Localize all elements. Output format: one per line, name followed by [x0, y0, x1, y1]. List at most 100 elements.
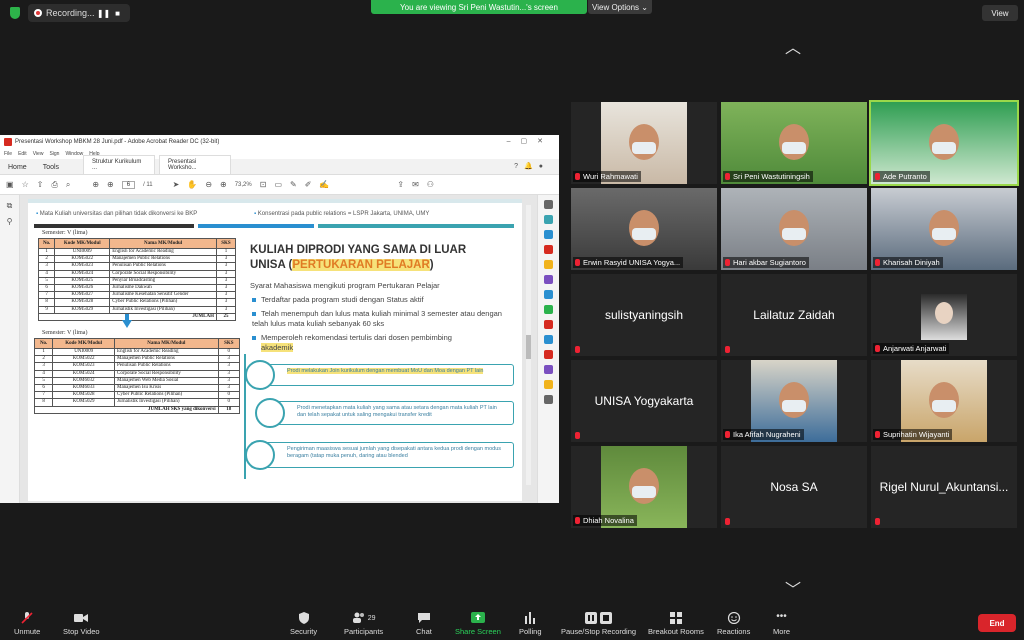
- select-cursor-icon[interactable]: ➤: [173, 180, 180, 189]
- participant-name-label: Kharisah Diniyah: [873, 257, 943, 268]
- share-icon[interactable]: ⇪: [397, 180, 404, 189]
- copy-icon[interactable]: ⧉: [0, 201, 19, 211]
- breakout-rooms-button[interactable]: Breakout Rooms: [648, 612, 704, 636]
- stop-recording-icon[interactable]: ■: [113, 8, 123, 18]
- polling-button[interactable]: Polling: [519, 612, 542, 636]
- table-cell: 0: [217, 398, 241, 407]
- scan-icon[interactable]: [544, 305, 553, 314]
- slide-header-left: ▪ Mata Kuliah universitas dan pilihan ti…: [36, 211, 198, 217]
- highlight-icon[interactable]: ✐: [305, 180, 312, 189]
- attachment-icon[interactable]: ⚲: [0, 217, 19, 226]
- edit-pdf-icon[interactable]: [544, 245, 553, 254]
- step-circle-2: [255, 398, 285, 428]
- table-row: 5 KOM5025 Penyiar Broadcasting 3: [37, 276, 237, 285]
- end-meeting-button[interactable]: End: [978, 614, 1016, 632]
- help-bell-icons[interactable]: ?🔔●: [514, 162, 549, 170]
- participant-tile[interactable]: Kharisah Diniyah: [871, 188, 1017, 270]
- pause-recording-icon[interactable]: ❚❚: [97, 8, 110, 18]
- participant-display-name: sulistyaningsih: [604, 308, 684, 322]
- create-pdf-icon[interactable]: [544, 230, 553, 239]
- menu-window[interactable]: Window: [65, 151, 83, 157]
- menu-file[interactable]: File: [4, 151, 12, 157]
- table-cell: 4: [33, 369, 54, 378]
- export-pdf-icon[interactable]: [544, 215, 553, 224]
- more-button[interactable]: ••• More: [773, 612, 790, 637]
- save-icon[interactable]: ▣: [6, 180, 14, 189]
- menu-view[interactable]: View: [33, 151, 44, 157]
- mail-icon[interactable]: ✉: [412, 180, 419, 189]
- sign-icon[interactable]: ✍: [319, 180, 329, 189]
- unmute-button[interactable]: Unmute: [14, 612, 40, 636]
- chevron-up-icon[interactable]: ︿: [782, 41, 804, 57]
- participant-name-label: Wuri Rahmawati: [573, 171, 641, 182]
- fit-page-icon[interactable]: ⊡: [260, 180, 267, 189]
- send-sign-icon[interactable]: [544, 365, 553, 374]
- comment-icon[interactable]: ▭: [274, 180, 282, 189]
- stop-video-button[interactable]: Stop Video: [63, 612, 100, 636]
- user-icon[interactable]: ⚇: [427, 180, 434, 189]
- face-mask: [632, 142, 656, 154]
- pen-icon[interactable]: ✎: [290, 180, 297, 189]
- participant-display-name: UNISA Yogyakarta: [594, 394, 694, 408]
- doc-tab-struktur[interactable]: Struktur Kurikulum ...: [83, 155, 156, 174]
- chevron-down-icon[interactable]: ﹀: [782, 583, 804, 599]
- pause-stop-recording-button[interactable]: Pause/Stop Recording: [561, 612, 636, 636]
- participant-tile[interactable]: Anjarwati Anjarwati: [871, 274, 1017, 356]
- combine-icon[interactable]: [544, 275, 553, 284]
- participants-button[interactable]: 29 Participants: [344, 612, 383, 636]
- stamp-icon[interactable]: [544, 380, 553, 389]
- tab-home[interactable]: Home: [0, 161, 35, 174]
- participant-tile[interactable]: Lailatuz Zaidah: [721, 274, 867, 356]
- page-down-icon[interactable]: ⊕: [107, 180, 114, 189]
- security-button[interactable]: Security: [290, 612, 317, 636]
- participant-tile[interactable]: Rigel Nurul_Akuntansi...: [871, 446, 1017, 528]
- search-icon[interactable]: [544, 200, 553, 209]
- hand-icon[interactable]: ✋: [187, 180, 197, 189]
- redact-icon[interactable]: [544, 320, 553, 329]
- table-cell: Manajemen Isu Krisis: [114, 383, 219, 393]
- tab-tools[interactable]: Tools: [35, 161, 67, 174]
- share-screen-button[interactable]: Share Screen: [455, 612, 501, 636]
- participant-tile[interactable]: UNISA Yogyakarta: [571, 360, 717, 442]
- view-options-button[interactable]: View Options ⌄: [588, 0, 652, 14]
- zoom-search-icon[interactable]: ⌕: [66, 180, 70, 190]
- comment-tool-icon[interactable]: [544, 260, 553, 269]
- acrobat-toolbar: ▣ ☆ ⇧ ⎙ ⌕ ⊕ ⊕ 6 / 11 ➤ ✋ ⊖ ⊕ 73,2% ⊡ ▭ ✎…: [0, 175, 559, 195]
- zoom-in-icon[interactable]: ⊕: [220, 180, 227, 189]
- participant-tile[interactable]: Nosa SA: [721, 446, 867, 528]
- document-area: ⧉ ⚲ ▪ Mata Kuliah universitas dan piliha…: [0, 195, 559, 503]
- page-up-icon[interactable]: ⊕: [92, 180, 99, 189]
- participant-name: Hari akbar Sugiantoro: [733, 258, 806, 267]
- vertical-scrollbar[interactable]: [526, 205, 531, 485]
- view-button[interactable]: View: [982, 5, 1018, 21]
- participant-tile[interactable]: Sri Peni Wastutiningsih: [721, 102, 867, 184]
- zoom-level[interactable]: 73,2%: [235, 182, 252, 188]
- bookmark-star-icon[interactable]: ☆: [22, 180, 29, 189]
- print-icon[interactable]: ⎙: [51, 180, 57, 190]
- more-tools-icon[interactable]: [544, 395, 553, 404]
- table-cell: Cyber Public Relations (Pilihan): [109, 298, 217, 307]
- organize-icon[interactable]: [544, 290, 553, 299]
- participant-tile[interactable]: Ade Putranto: [869, 100, 1019, 186]
- participant-tile[interactable]: Erwin Rasyid UNISA Yogya...: [571, 188, 717, 270]
- participant-tile[interactable]: Hari akbar Sugiantoro: [721, 188, 867, 270]
- participant-tile[interactable]: Wuri Rahmawati: [571, 102, 717, 184]
- table-cell: KOM5028: [54, 298, 111, 307]
- table-cell: 3: [215, 291, 237, 300]
- zoom-out-icon[interactable]: ⊖: [205, 180, 212, 189]
- menu-edit[interactable]: Edit: [18, 151, 27, 157]
- upload-icon[interactable]: ⇧: [37, 180, 44, 189]
- menu-sign[interactable]: Sign: [49, 151, 59, 157]
- chat-button[interactable]: Chat: [416, 612, 432, 636]
- participant-tile[interactable]: Suprihatin Wijayanti: [871, 360, 1017, 442]
- reactions-button[interactable]: Reactions: [717, 612, 750, 636]
- doc-tab-presentasi[interactable]: Presentasi Worksho...: [159, 155, 232, 174]
- fill-sign-icon[interactable]: [544, 350, 553, 359]
- window-controls[interactable]: –▢✕: [507, 137, 553, 145]
- security-shield-icon[interactable]: [10, 7, 20, 19]
- page-number-input[interactable]: 6: [121, 180, 136, 189]
- participant-tile[interactable]: Ika Afifah Nugraheni: [721, 360, 867, 442]
- participant-tile[interactable]: Dhiah Novalina: [571, 446, 717, 528]
- participant-tile[interactable]: sulistyaningsih: [571, 274, 717, 356]
- protect-icon[interactable]: [544, 335, 553, 344]
